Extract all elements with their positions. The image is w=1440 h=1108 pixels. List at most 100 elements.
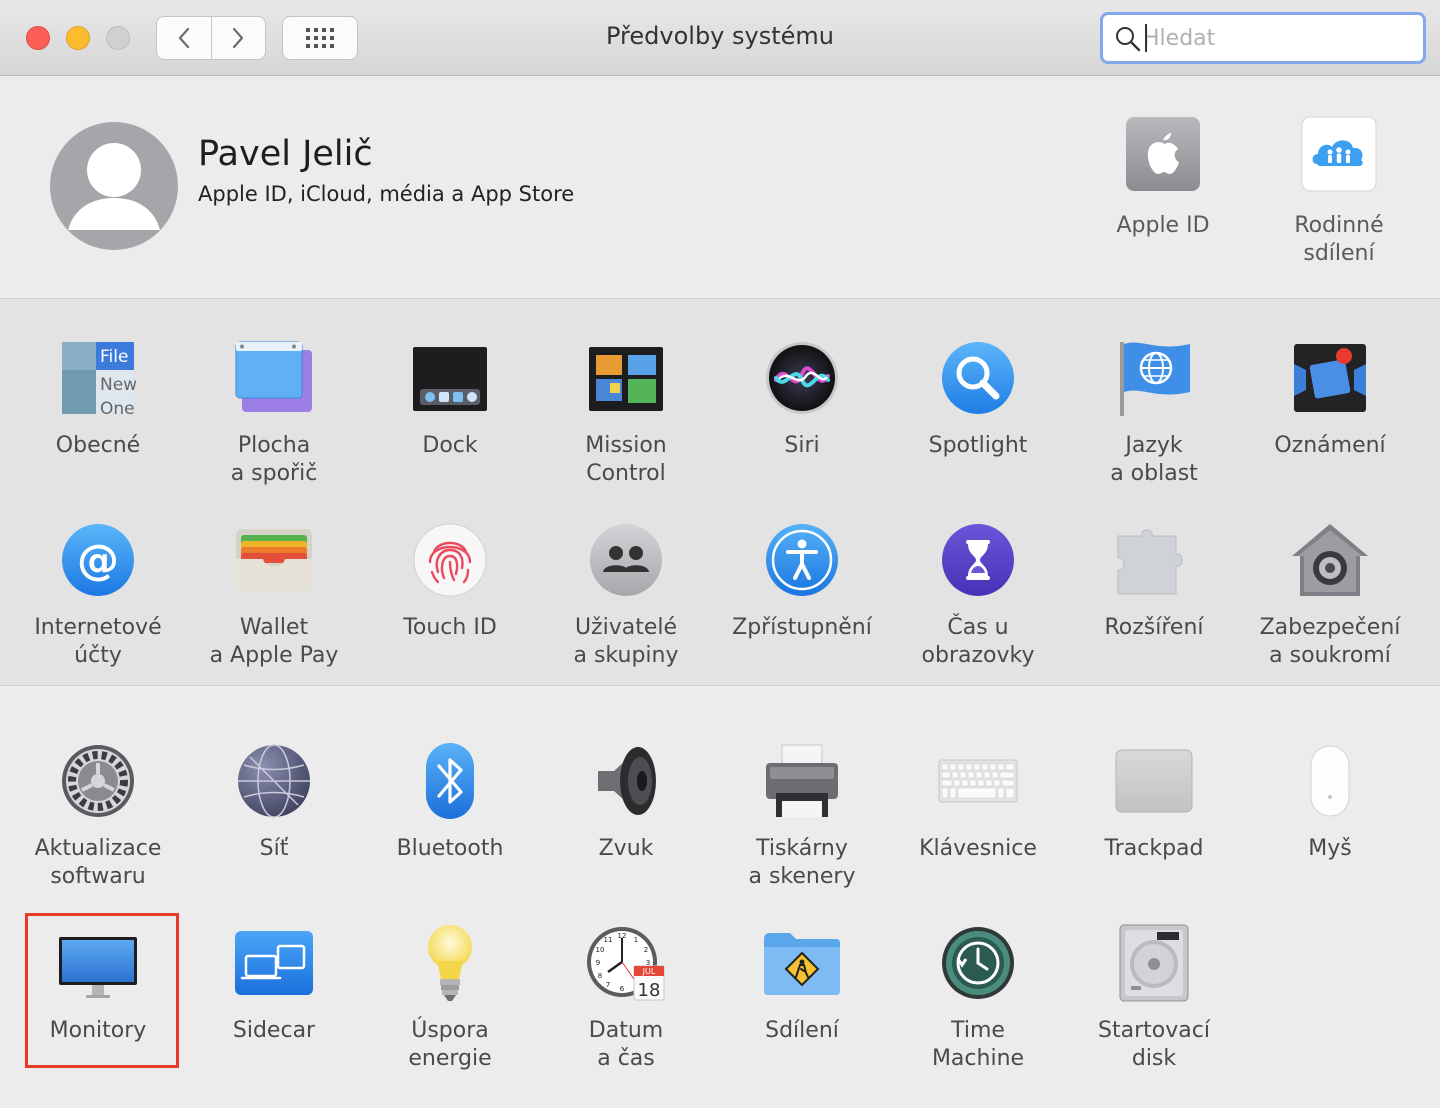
close-window-button[interactable] xyxy=(26,26,50,50)
desktop-screensaver-pane[interactable]: Plocha a spořič xyxy=(186,338,362,488)
accessibility-icon xyxy=(766,524,838,596)
svg-text:11: 11 xyxy=(604,936,613,944)
trackpad-icon xyxy=(1115,749,1193,813)
internet-accounts-icon: @ xyxy=(62,524,134,596)
avatar[interactable] xyxy=(50,122,178,250)
mission-control-icon xyxy=(589,347,663,411)
chevron-left-icon xyxy=(178,27,189,49)
sound-pane[interactable]: Zvuk xyxy=(538,741,714,863)
screen-time-icon xyxy=(942,524,1014,596)
svg-text:9: 9 xyxy=(596,959,600,967)
date-time-icon: 12 123 910116 78 JUL 18 xyxy=(587,927,665,1001)
software-update-label: Aktualizace softwaru xyxy=(34,836,162,889)
svg-text:JUL: JUL xyxy=(642,967,656,976)
sharing-icon xyxy=(764,933,840,995)
title-bar: Předvolby systému xyxy=(0,0,1440,76)
show-all-button[interactable] xyxy=(282,16,358,60)
family-sharing-label: Rodinné sdílení xyxy=(1294,213,1384,266)
back-button[interactable] xyxy=(157,17,211,59)
network-pane[interactable]: Síť xyxy=(186,741,362,863)
time-machine-pane[interactable]: Time Machine xyxy=(890,923,1066,1073)
account-header: Pavel Jelič Apple ID, iCloud, média a Ap… xyxy=(0,76,1440,298)
internet-accounts-pane[interactable]: @ Internetové účty xyxy=(10,520,186,670)
search-field[interactable] xyxy=(1100,12,1426,64)
trackpad-label: Trackpad xyxy=(1104,836,1204,861)
language-region-icon xyxy=(1120,342,1190,416)
users-groups-pane[interactable]: Uživatelé a skupiny xyxy=(538,520,714,670)
accessibility-label: Zpřístupnění xyxy=(732,615,872,640)
trackpad-pane[interactable]: Trackpad xyxy=(1066,741,1242,863)
security-privacy-icon xyxy=(1292,524,1368,596)
notifications-icon xyxy=(1294,344,1366,412)
spotlight-pane[interactable]: Spotlight xyxy=(890,338,1066,460)
sidecar-pane[interactable]: Sidecar xyxy=(186,923,362,1045)
spotlight-label: Spotlight xyxy=(928,433,1028,458)
general-pane[interactable]: File New One Obecné xyxy=(10,338,186,460)
mouse-pane[interactable]: Myš xyxy=(1242,741,1418,863)
touch-id-label: Touch ID xyxy=(403,615,497,640)
energy-saver-label: Úspora energie xyxy=(408,1018,492,1071)
screen-time-pane[interactable]: Čas u obrazovky xyxy=(890,520,1066,670)
touch-id-pane[interactable]: Touch ID xyxy=(362,520,538,642)
family-sharing-pane[interactable]: Rodinné sdílení xyxy=(1259,116,1419,268)
security-privacy-label: Zabezpečení a soukromí xyxy=(1259,615,1401,668)
printers-scanners-pane[interactable]: Tiskárny a skenery xyxy=(714,741,890,891)
sidecar-icon xyxy=(235,931,313,995)
svg-text:2: 2 xyxy=(644,946,648,954)
general-icon: File New One xyxy=(62,342,136,416)
dock-pane[interactable]: Dock xyxy=(362,338,538,460)
search-input[interactable] xyxy=(1143,23,1413,53)
date-time-label: Datum a čas xyxy=(588,1018,664,1071)
zoom-window-button xyxy=(106,26,130,50)
selection-highlight xyxy=(25,913,179,1068)
touch-id-icon xyxy=(413,523,487,597)
startup-disk-pane[interactable]: Startovací disk xyxy=(1066,923,1242,1073)
internet-accounts-label: Internetové účty xyxy=(34,615,162,668)
svg-text:New: New xyxy=(100,375,136,395)
apple-logo-icon xyxy=(1126,117,1200,191)
dock-label: Dock xyxy=(422,433,478,458)
users-groups-icon xyxy=(590,524,662,596)
extensions-label: Rozšíření xyxy=(1104,615,1204,640)
spotlight-icon xyxy=(942,342,1014,414)
language-region-pane[interactable]: Jazyk a oblast xyxy=(1066,338,1242,488)
bluetooth-pane[interactable]: Bluetooth xyxy=(362,741,538,863)
bluetooth-icon xyxy=(426,743,474,819)
accessibility-pane[interactable]: Zpřístupnění xyxy=(714,520,890,642)
sound-icon xyxy=(598,747,656,815)
mission-control-pane[interactable]: Mission Control xyxy=(538,338,714,488)
search-icon xyxy=(1116,27,1141,52)
software-update-icon xyxy=(62,745,134,817)
svg-text:10: 10 xyxy=(596,946,605,954)
minimize-window-button[interactable] xyxy=(66,26,90,50)
forward-button[interactable] xyxy=(210,17,266,59)
energy-saver-pane[interactable]: Úspora energie xyxy=(362,923,538,1073)
siri-pane[interactable]: Siri xyxy=(714,338,890,460)
dock-icon xyxy=(413,347,487,411)
svg-text:18: 18 xyxy=(638,980,661,1001)
keyboard-pane[interactable]: Klávesnice xyxy=(890,741,1066,863)
network-label: Síť xyxy=(259,836,289,861)
network-icon xyxy=(238,744,310,818)
date-time-pane[interactable]: 12 1 2 3 9 10 11 6 78 JUL 18 Datum a čas xyxy=(538,923,714,1073)
energy-saver-icon xyxy=(428,925,472,1001)
user-name[interactable]: Pavel Jelič xyxy=(198,134,373,174)
bluetooth-label: Bluetooth xyxy=(396,836,504,861)
users-groups-label: Uživatelé a skupiny xyxy=(573,615,679,668)
extensions-pane[interactable]: Rozšíření xyxy=(1066,520,1242,642)
chevron-right-icon xyxy=(233,27,244,49)
apple-id-pane[interactable]: Apple ID xyxy=(1083,116,1243,240)
svg-text:6: 6 xyxy=(620,985,625,993)
keyboard-icon xyxy=(938,759,1018,803)
security-privacy-pane[interactable]: Zabezpečení a soukromí xyxy=(1242,520,1418,670)
wallet-pane[interactable]: Wallet a Apple Pay xyxy=(186,520,362,670)
mouse-label: Myš xyxy=(1308,836,1352,861)
apple-id-label: Apple ID xyxy=(1116,213,1210,238)
sharing-pane[interactable]: Sdílení xyxy=(714,923,890,1045)
desktop-screensaver-label: Plocha a spořič xyxy=(230,433,318,486)
mission-control-label: Mission Control xyxy=(585,433,667,486)
language-region-label: Jazyk a oblast xyxy=(1110,433,1198,486)
family-sharing-icon xyxy=(1301,116,1377,192)
software-update-pane[interactable]: Aktualizace softwaru xyxy=(10,741,186,891)
notifications-pane[interactable]: Oznámení xyxy=(1242,338,1418,460)
